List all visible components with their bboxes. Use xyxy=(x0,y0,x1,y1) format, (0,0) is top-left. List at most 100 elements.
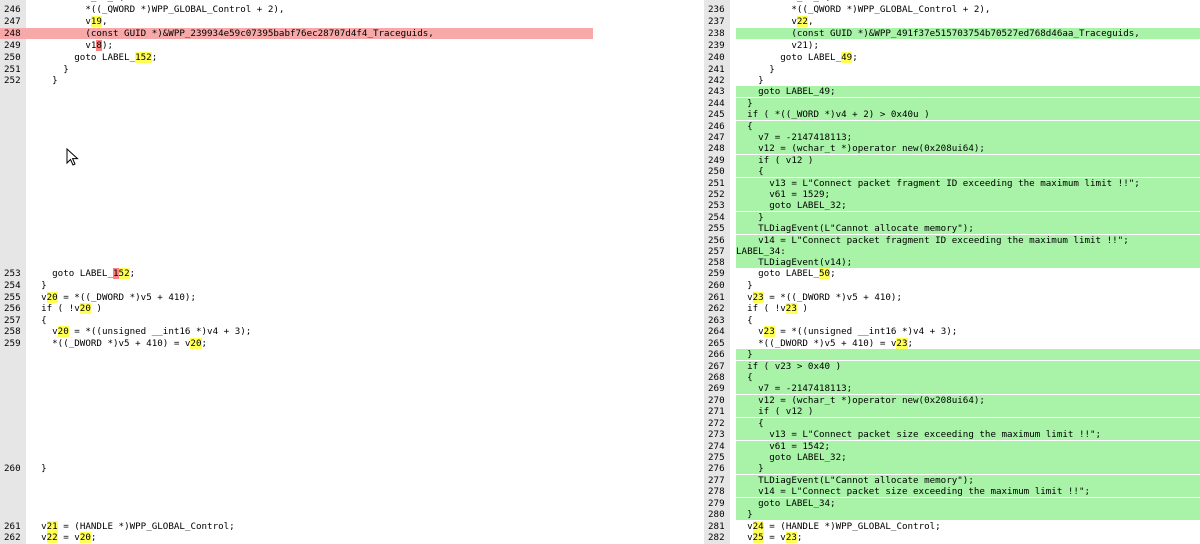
left-code-line-248[interactable]: 248 (const GUID *)&WPP_239934e59c07395ba… xyxy=(0,28,593,40)
line-number: 254 xyxy=(4,280,21,291)
right-code-line-246[interactable]: 246 { xyxy=(704,121,1200,133)
left-code-line-261[interactable]: 261 v21 = (HANDLE *)WPP_GLOBAL_Control; xyxy=(0,521,593,532)
code-segment: } xyxy=(736,212,764,223)
right-code-line-248[interactable]: 248 v12 = (wchar_t *)operator new(0x208u… xyxy=(704,143,1200,155)
left-code-line-253[interactable]: 253 goto LABEL_152; xyxy=(0,268,593,279)
code-segment: ; xyxy=(129,268,136,279)
changed-token: 50 xyxy=(818,268,831,279)
changed-token: 20 xyxy=(190,338,202,349)
right-code-line-257[interactable]: 257 LABEL_34: xyxy=(704,246,1200,258)
right-code-line-278[interactable]: 278 v14 = L"Connect packet size exceedin… xyxy=(704,486,1200,498)
right-code-line-249[interactable]: 249 if ( v12 ) xyxy=(704,155,1200,167)
right-code-line-264[interactable]: 264 v23 = *((unsigned __int16 *)v4 + 3); xyxy=(704,326,1200,337)
line-number: 245 xyxy=(4,0,26,3)
left-code-line-257[interactable]: 257 { xyxy=(0,315,593,326)
right-code-line-266[interactable]: 266 } xyxy=(704,349,1200,361)
right-code-line-247[interactable]: 247 v7 = -2147418113; xyxy=(704,132,1200,144)
code-segment: *((_DWORD *)v5 + 410) = v xyxy=(30,338,191,349)
code-segment: WPP_SF_D( xyxy=(736,0,830,3)
code-text: LABEL_34: xyxy=(736,246,1200,258)
right-code-line-243[interactable]: 243 goto LABEL_49; xyxy=(704,86,1200,98)
code-segment: } xyxy=(736,280,753,291)
right-code-line-235[interactable]: 235 WPP_SF_D( xyxy=(704,0,1200,3)
right-code-line-255[interactable]: 255 TLDiagEvent(L"Cannot allocate memory… xyxy=(704,223,1200,235)
right-code-line-279[interactable]: 279 goto LABEL_34; xyxy=(704,498,1200,510)
right-code-line-276[interactable]: 276 } xyxy=(704,463,1200,475)
left-code-line-246[interactable]: 246 *((_QWORD *)WPP_GLOBAL_Control + 2), xyxy=(0,4,593,15)
line-number: 251 xyxy=(708,178,725,189)
left-diff-pane[interactable]: 245 WPP_SF_D(246 *((_QWORD *)WPP_GLOBAL_… xyxy=(0,0,593,544)
right-code-line-250[interactable]: 250 { xyxy=(704,166,1200,178)
right-code-line-261[interactable]: 261 v23 = *((_DWORD *)v5 + 410); xyxy=(704,292,1200,303)
right-code-line-281[interactable]: 281 v24 = (HANDLE *)WPP_GLOBAL_Control; xyxy=(704,521,1200,532)
right-code-line-267[interactable]: 267 if ( v23 > 0x40 ) xyxy=(704,361,1200,373)
right-code-line-239[interactable]: 239 v21); xyxy=(704,40,1200,51)
right-code-line-256[interactable]: 256 v14 = L"Connect packet fragment ID e… xyxy=(704,235,1200,247)
right-code-line-271[interactable]: 271 if ( v12 ) xyxy=(704,406,1200,418)
right-code-line-263[interactable]: 263 { xyxy=(704,315,1200,326)
code-segment: ; xyxy=(852,52,858,63)
code-text: { xyxy=(736,166,1200,178)
code-segment: ) xyxy=(796,303,808,314)
right-code-line-245[interactable]: 245 if ( *((_WORD *)v4 + 2) > 0x40u ) xyxy=(704,109,1200,121)
code-text: } xyxy=(30,64,593,75)
left-code-line-249[interactable]: 249 v18); xyxy=(0,40,593,51)
right-code-line-272[interactable]: 272 { xyxy=(704,418,1200,430)
left-code-line-254[interactable]: 254 } xyxy=(0,280,593,291)
changed-token: 22 xyxy=(796,16,808,27)
right-diff-pane[interactable]: 235 WPP_SF_D(236 *((_QWORD *)WPP_GLOBAL_… xyxy=(704,0,1200,544)
right-code-line-280[interactable]: 280 } xyxy=(704,509,1200,521)
right-code-line-259[interactable]: 259 goto LABEL_50; xyxy=(704,268,1200,279)
code-text: v7 = -2147418113; xyxy=(736,132,1200,144)
left-code-line-251[interactable]: 251 } xyxy=(0,64,593,75)
left-code-line-255[interactable]: 255 v20 = *((_DWORD *)v5 + 410); xyxy=(0,292,593,303)
left-code-line-252[interactable]: 252 } xyxy=(0,75,593,86)
right-code-line-238[interactable]: 238 (const GUID *)&WPP_491f37e515703754b… xyxy=(704,28,1200,40)
left-code-line-256[interactable]: 256 if ( !v20 ) xyxy=(0,303,593,314)
code-segment: goto LABEL_ xyxy=(30,52,136,63)
right-code-line-258[interactable]: 258 TLDiagEvent(v14); xyxy=(704,257,1200,269)
left-code-line-245[interactable]: 245 WPP_SF_D( xyxy=(0,0,593,3)
code-text: goto LABEL_49; xyxy=(736,86,1200,98)
right-code-line-269[interactable]: 269 v7 = -2147418113; xyxy=(704,383,1200,395)
right-code-line-252[interactable]: 252 v61 = 1529; xyxy=(704,189,1200,201)
code-text: if ( v12 ) xyxy=(736,155,1200,167)
line-number: 246 xyxy=(708,121,725,132)
right-code-line-265[interactable]: 265 *((_DWORD *)v5 + 410) = v23; xyxy=(704,338,1200,349)
code-segment: v xyxy=(736,532,753,543)
code-text: v12 = (wchar_t *)operator new(0x208ui64)… xyxy=(736,143,1200,155)
left-code-line-259[interactable]: 259 *((_DWORD *)v5 + 410) = v20; xyxy=(0,338,593,349)
line-number: 263 xyxy=(708,315,725,326)
line-number: 240 xyxy=(708,52,725,63)
right-code-line-277[interactable]: 277 TLDiagEvent(L"Cannot allocate memory… xyxy=(704,475,1200,487)
code-segment: = (HANDLE *)WPP_GLOBAL_Control; xyxy=(57,521,235,532)
right-code-line-254[interactable]: 254 } xyxy=(704,212,1200,224)
code-text: } xyxy=(736,463,1200,475)
right-code-line-237[interactable]: 237 v22, xyxy=(704,16,1200,27)
right-code-line-242[interactable]: 242 } xyxy=(704,75,1200,86)
right-code-line-274[interactable]: 274 v61 = 1542; xyxy=(704,441,1200,453)
right-code-line-236[interactable]: 236 *((_QWORD *)WPP_GLOBAL_Control + 2), xyxy=(704,4,1200,15)
right-code-line-240[interactable]: 240 goto LABEL_49; xyxy=(704,52,1200,63)
changed-token: 23 xyxy=(785,303,797,314)
right-code-line-262[interactable]: 262 if ( !v23 ) xyxy=(704,303,1200,314)
code-text: v14 = L"Connect packet fragment ID excee… xyxy=(736,235,1200,247)
left-code-line-260[interactable]: 260 } xyxy=(0,463,593,474)
right-code-line-273[interactable]: 273 v13 = L"Connect packet size exceedin… xyxy=(704,429,1200,441)
right-code-line-244[interactable]: 244 } xyxy=(704,98,1200,110)
left-code-line-250[interactable]: 250 goto LABEL_152; xyxy=(0,52,593,63)
right-code-line-275[interactable]: 275 goto LABEL_32; xyxy=(704,452,1200,464)
left-code-line-258[interactable]: 258 v20 = *((unsigned __int16 *)v4 + 3); xyxy=(0,326,593,337)
right-code-line-251[interactable]: 251 v13 = L"Connect packet fragment ID e… xyxy=(704,178,1200,190)
right-code-line-241[interactable]: 241 } xyxy=(704,64,1200,75)
code-segment: v xyxy=(736,16,797,27)
right-code-line-270[interactable]: 270 v12 = (wchar_t *)operator new(0x208u… xyxy=(704,395,1200,407)
code-text: } xyxy=(736,212,1200,224)
left-code-line-247[interactable]: 247 v19, xyxy=(0,16,593,27)
left-code-line-262[interactable]: 262 v22 = v20; xyxy=(0,532,593,543)
right-code-line-282[interactable]: 282 v25 = v23; xyxy=(704,532,1200,543)
right-code-line-268[interactable]: 268 { xyxy=(704,372,1200,384)
line-number: 275 xyxy=(708,452,725,463)
right-code-line-260[interactable]: 260 } xyxy=(704,280,1200,291)
right-code-line-253[interactable]: 253 goto LABEL_32; xyxy=(704,200,1200,212)
